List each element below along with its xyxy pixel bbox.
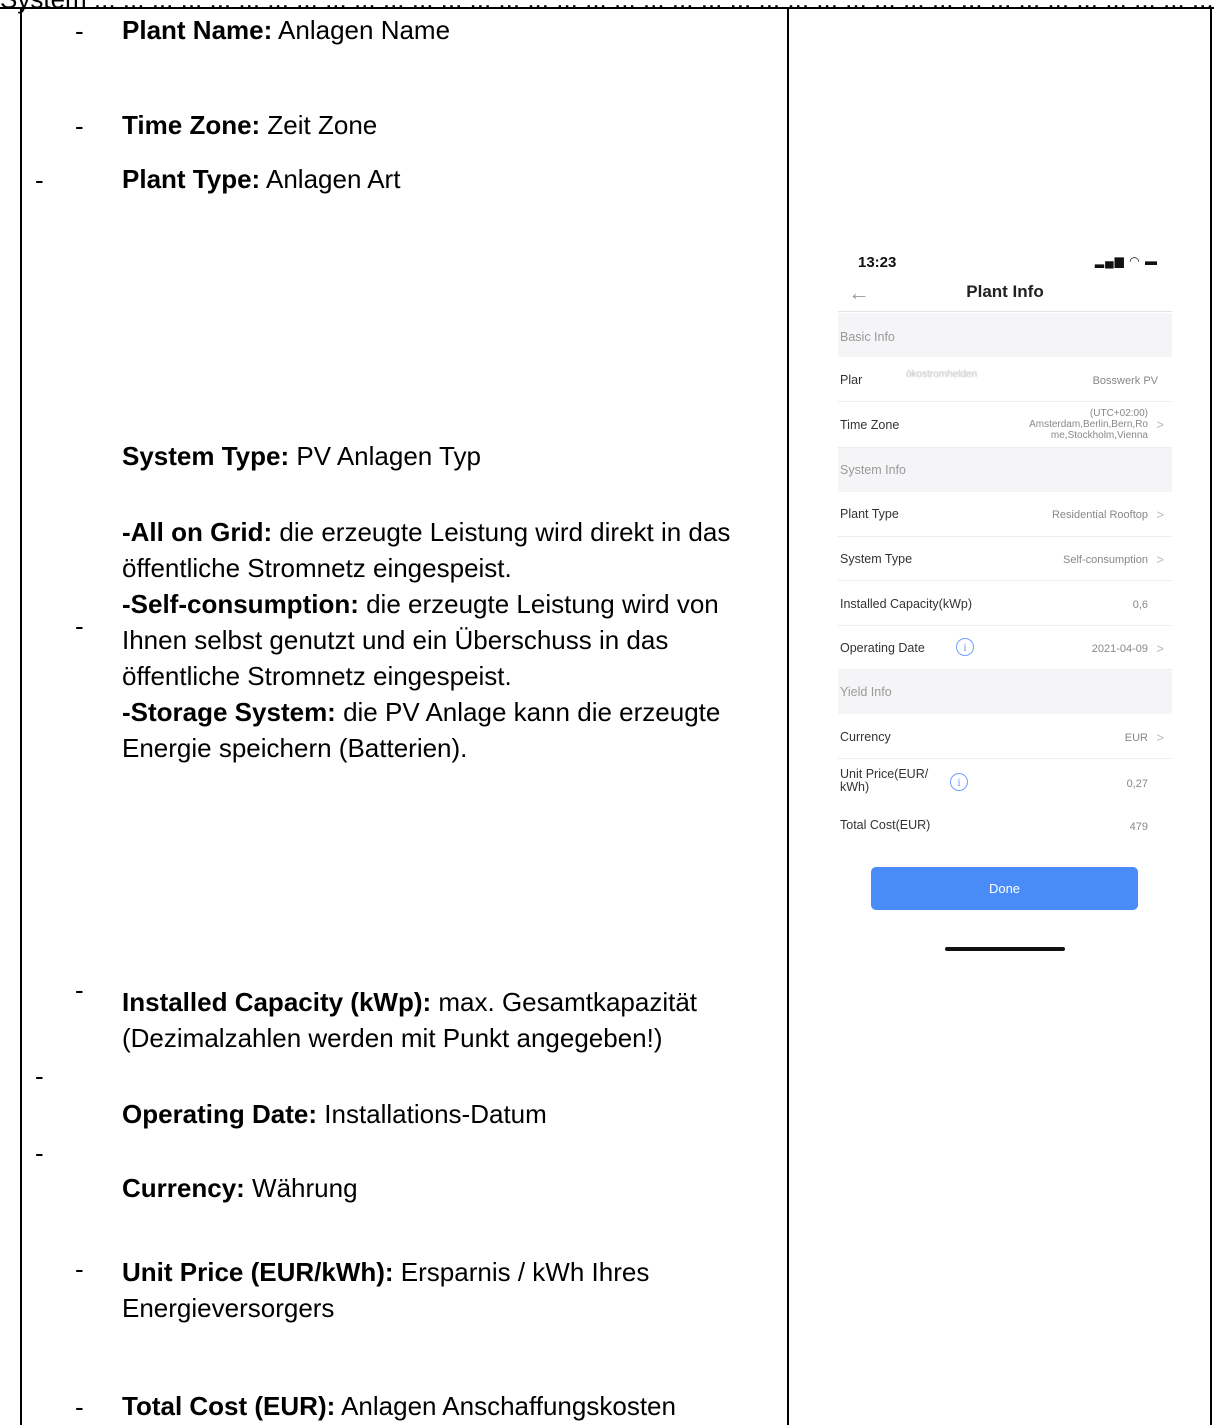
item-text: Anlagen Name bbox=[272, 15, 451, 45]
info-icon[interactable]: i bbox=[956, 638, 974, 656]
bullet-dash: - bbox=[75, 1254, 84, 1284]
bullet-dash: - bbox=[35, 1138, 44, 1168]
option-self-consumption: -Self-consumption: die erzeugte Leistung… bbox=[122, 589, 719, 691]
row-value: (UTC+02:00) Amsterdam,Berlin,Bern,Ro me,… bbox=[1029, 408, 1148, 441]
chevron-right-icon: > bbox=[1156, 417, 1164, 432]
item-label: Currency: bbox=[122, 1173, 245, 1203]
done-button[interactable]: Done bbox=[871, 867, 1138, 910]
bullet-dash: - bbox=[75, 975, 84, 1005]
row-label: Plar bbox=[840, 373, 863, 387]
app-screenshot: 13:23 ▂▄▆ ◠ ▬ ← Plant Info Basic Info Pl… bbox=[838, 240, 1172, 960]
row-unit-price[interactable]: Unit Price(EUR/ kWh) i 0,27 bbox=[838, 759, 1172, 803]
section-basic-info: Basic Info bbox=[838, 313, 1172, 357]
row-value: 479 bbox=[1129, 821, 1148, 833]
item-plant-type: Plant Type: Anlagen Art bbox=[122, 161, 762, 197]
item-label: Total Cost (EUR): bbox=[122, 1391, 336, 1421]
item-system-type: System Type: PV Anlagen Typ bbox=[122, 438, 762, 474]
item-label: System Type: bbox=[122, 441, 290, 471]
chevron-right-icon: > bbox=[1156, 552, 1164, 567]
chevron-right-icon: > bbox=[1156, 507, 1164, 522]
table-border-right bbox=[1210, 7, 1212, 1425]
item-currency: Currency: Währung bbox=[122, 1170, 762, 1206]
row-value: Self-consumption bbox=[1063, 554, 1148, 566]
row-label: System Type bbox=[840, 552, 913, 566]
row-value: Residential Rooftop bbox=[1051, 509, 1148, 521]
blurred-text: ökostromhelden bbox=[906, 369, 978, 380]
row-value: 0,6 bbox=[1132, 599, 1148, 611]
row-label: Operating Date bbox=[840, 641, 925, 655]
bullet-dash: - bbox=[35, 165, 44, 195]
item-text: Installations-Datum bbox=[317, 1099, 547, 1129]
row-plant-name[interactable]: Plar ökostromhelden Bosswerk PV bbox=[838, 357, 1172, 402]
section-system-info: System Info bbox=[838, 448, 1172, 492]
item-text: Währung bbox=[244, 1173, 358, 1203]
row-system-type[interactable]: System Type Self-consumption > bbox=[838, 537, 1172, 581]
row-label: Plant Type bbox=[840, 507, 899, 521]
item-total-cost: Total Cost (EUR): Anlagen Anschaffungsko… bbox=[122, 1388, 762, 1424]
item-text: Anlagen Art bbox=[260, 164, 401, 194]
row-value: Bosswerk PV bbox=[1092, 375, 1158, 387]
row-value: 2021-04-09 bbox=[1091, 643, 1148, 655]
bullet-dash: - bbox=[75, 111, 84, 141]
option-storage-system: -Storage System: die PV Anlage kann die … bbox=[122, 697, 721, 763]
option-all-on-grid: -All on Grid: die erzeugte Leistung wird… bbox=[122, 517, 731, 583]
row-installed-capacity[interactable]: Installed Capacity(kWp) 0,6 bbox=[838, 581, 1172, 626]
item-label: Plant Type: bbox=[122, 164, 261, 194]
signal-wifi-battery-icon: ▂▄▆ ◠ ▬ bbox=[1094, 254, 1158, 268]
row-value: 0,27 bbox=[1126, 778, 1148, 790]
table-column-divider bbox=[787, 7, 789, 1425]
chevron-right-icon: > bbox=[1156, 641, 1164, 656]
item-plant-name: Plant Name: Anlagen Name bbox=[122, 12, 762, 48]
item-text: PV Anlagen Typ bbox=[289, 441, 481, 471]
row-label: Time Zone bbox=[840, 418, 900, 432]
item-text: Zeit Zone bbox=[260, 110, 378, 140]
item-operating-date: Operating Date: Installations-Datum bbox=[122, 1096, 762, 1132]
item-label: Plant Name: bbox=[122, 15, 273, 45]
row-label: Unit Price(EUR/ kWh) bbox=[840, 767, 929, 794]
row-value: EUR bbox=[1124, 732, 1148, 744]
row-time-zone[interactable]: Time Zone (UTC+02:00) Amsterdam,Berlin,B… bbox=[838, 402, 1172, 448]
bullet-dash: - bbox=[35, 1061, 44, 1091]
page-title: Plant Info bbox=[966, 282, 1044, 301]
item-installed-capacity: Installed Capacity (kWp): max. Gesamtkap… bbox=[122, 984, 762, 1056]
info-icon[interactable]: i bbox=[950, 773, 968, 791]
home-indicator bbox=[945, 947, 1065, 951]
row-currency[interactable]: Currency EUR > bbox=[838, 714, 1172, 759]
item-label: Unit Price (EUR/kWh): bbox=[122, 1257, 394, 1287]
nav-bar: ← Plant Info bbox=[838, 276, 1172, 312]
row-plant-type[interactable]: Plant Type Residential Rooftop > bbox=[838, 492, 1172, 537]
item-label: Installed Capacity (kWp): bbox=[122, 987, 432, 1017]
bullet-dash: - bbox=[75, 1392, 84, 1422]
bullet-dash: - bbox=[75, 611, 84, 641]
chevron-right-icon: > bbox=[1156, 730, 1164, 745]
item-label: Time Zone: bbox=[122, 110, 261, 140]
system-type-options: -All on Grid: die erzeugte Leistung wird… bbox=[122, 514, 762, 766]
section-yield-info: Yield Info bbox=[838, 670, 1172, 714]
row-label: Currency bbox=[840, 730, 891, 744]
item-text: Anlagen Anschaffungskosten bbox=[335, 1391, 676, 1421]
item-label: Operating Date: bbox=[122, 1099, 318, 1129]
bullet-dash: - bbox=[75, 16, 84, 46]
item-unit-price: Unit Price (EUR/kWh): Ersparnis / kWh Ih… bbox=[122, 1254, 762, 1326]
status-time: 13:23 bbox=[858, 254, 897, 271]
row-operating-date[interactable]: Operating Date i 2021-04-09 > bbox=[838, 626, 1172, 670]
table-border-left bbox=[20, 7, 22, 1425]
item-time-zone: Time Zone: Zeit Zone bbox=[122, 107, 762, 143]
row-label: Total Cost(EUR) bbox=[840, 818, 931, 832]
row-total-cost[interactable]: Total Cost(EUR) 479 bbox=[838, 803, 1172, 847]
table-border-top bbox=[0, 7, 1214, 9]
status-bar: 13:23 ▂▄▆ ◠ ▬ bbox=[838, 240, 1172, 280]
row-label: Installed Capacity(kWp) bbox=[840, 597, 972, 611]
